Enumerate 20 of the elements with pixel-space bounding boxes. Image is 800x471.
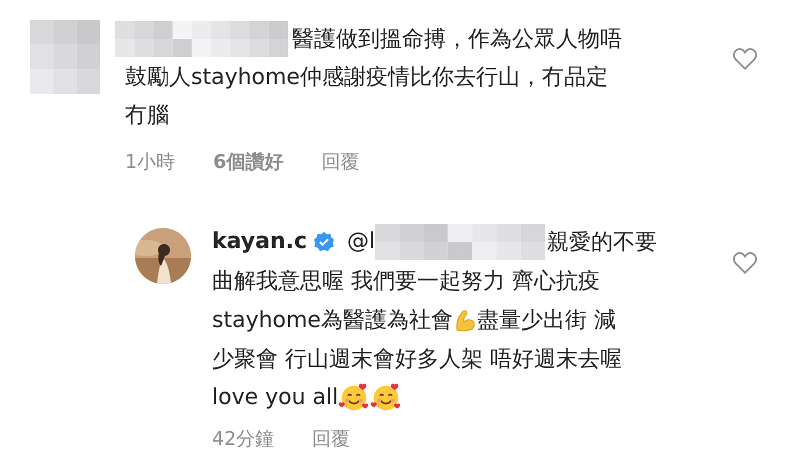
like-heart-icon[interactable] <box>732 46 758 72</box>
reply-link[interactable]: 回覆 <box>321 149 360 175</box>
like-heart-icon[interactable] <box>732 250 758 276</box>
smiling-face-with-hearts-icon <box>338 382 370 414</box>
comment-text: @l <box>347 229 376 254</box>
comment-text: 少聚會 行山週末會好多人架 唔好週末去喔 <box>212 346 622 374</box>
comment-text: love you all <box>212 385 338 410</box>
reply-link[interactable]: 回覆 <box>312 426 350 452</box>
comment-time: 42分鐘 <box>212 427 274 452</box>
comment-text: stayhome為醫護為社會 <box>212 306 453 334</box>
username[interactable]: kayan.c <box>212 229 308 254</box>
comment-text: 鼓勵人stayhome仲感謝疫情比你去行山，冇品定 <box>125 64 608 92</box>
comment-time: 1小時 <box>125 150 176 175</box>
comment-text: 親愛的不要 <box>547 228 658 256</box>
comment-text: 盡量少出街 減 <box>476 306 616 334</box>
comment-text: 醫護做到搵命搏，作為公眾人物唔 <box>292 26 622 54</box>
smiling-face-with-hearts-icon <box>370 382 402 414</box>
comment-text: 曲解我意思喔 我們要一起努力 齊心抗疫 <box>212 268 600 296</box>
likes-link[interactable]: 6個讚好 <box>213 149 284 175</box>
comment-text: 冇腦 <box>125 102 169 130</box>
